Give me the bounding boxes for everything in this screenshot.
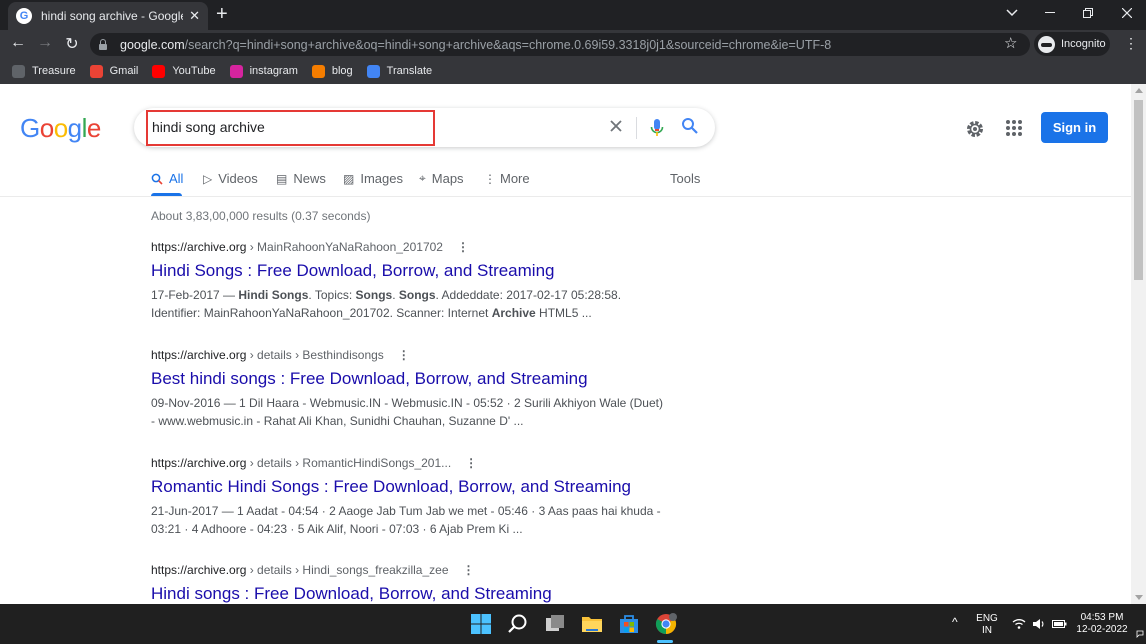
reload-icon[interactable]: ↻ [62,34,82,54]
bookmark-item-gmail[interactable]: Gmail [89,64,138,78]
tab-videos[interactable]: ▷ Videos [203,171,258,186]
result-title-link[interactable]: Romantic Hindi Songs : Free Download, Bo… [151,476,671,498]
result-snippet: 17-Feb-2017 — Hindi Songs. Topics: Songs… [151,288,622,320]
result-title-link[interactable]: Hindi Songs : Free Download, Borrow, and… [151,260,671,282]
tab-all[interactable]: All [151,171,183,186]
microsoft-store-icon[interactable] [617,612,641,636]
back-arrow-icon[interactable]: ← [8,34,28,52]
incognito-icon [1038,35,1055,53]
result-title-link[interactable]: Best hindi songs : Free Download, Borrow… [151,368,671,390]
video-icon: ▷ [203,171,213,186]
result-snippet: 09-Nov-2016 — 1 Dil Haara - Webmusic.IN … [151,396,663,428]
tab-maps[interactable]: ⌖ Maps [419,171,464,186]
blogger-icon [311,64,325,78]
search-result: https://archive.org › details › Hindi_so… [151,563,671,604]
chrome-icon[interactable] [654,612,678,636]
youtube-icon [152,64,166,78]
more-vert-icon: ⋮ [484,171,496,186]
treasure-icon [12,64,25,78]
more-options-icon[interactable]: ⋮ [463,563,475,577]
search-result: https://archive.org › details › Romantic… [151,456,671,538]
bookmark-item-translate[interactable]: Translate [366,64,432,78]
notification-icon[interactable] [1136,630,1144,638]
browser-tab-strip: G hindi song archive - Google Sear ✕ + [0,0,1146,30]
task-view-icon[interactable] [543,612,567,636]
bookmark-star-icon[interactable]: ☆ [1004,34,1017,52]
result-url[interactable]: https://archive.org › details › Romantic… [151,456,671,470]
translate-icon [366,64,380,78]
bookmarks-bar: Treasure Gmail YouTube instagram blog Tr… [0,58,1146,84]
lock-icon [98,39,108,50]
language-indicator[interactable]: ENG IN [975,613,999,637]
more-options-icon[interactable]: ⋮ [457,240,469,254]
bookmark-item-instagram[interactable]: instagram [229,64,298,78]
instagram-icon [229,64,243,78]
file-explorer-icon[interactable] [580,612,604,636]
active-app-indicator [657,640,673,643]
more-options-icon[interactable]: ⋮ [465,456,477,470]
scrollbar-thumb[interactable] [1134,100,1143,280]
scroll-up-arrow-icon[interactable] [1135,88,1143,93]
bookmark-item-blog[interactable]: blog [311,64,353,78]
scroll-down-arrow-icon[interactable] [1135,595,1143,600]
restore-button[interactable] [1071,0,1105,26]
result-title-link[interactable]: Hindi songs : Free Download, Borrow, and… [151,583,671,604]
forward-arrow-icon[interactable]: → [35,34,55,52]
address-bar[interactable]: google.com/search?q=hindi+song+archive&o… [90,33,1030,56]
clear-search-icon[interactable] [606,116,626,136]
highlight-annotation [146,110,435,146]
browser-toolbar: ← → ↻ google.com/search?q=hindi+song+arc… [0,30,1146,58]
windows-taskbar: ^ ENG IN 04:53 PM 12-02-2022 [0,604,1146,644]
show-hidden-icons-chevron-icon[interactable]: ^ [952,616,958,628]
result-snippet: 21-Jun-2017 — 1 Aadat - 04:54 · 2 Aaoge … [151,504,661,536]
more-options-icon[interactable]: ⋮ [398,348,410,362]
new-tab-button[interactable]: + [216,4,228,24]
chrome-menu-icon[interactable]: ⋮ [1124,35,1138,52]
search-result: https://archive.org › details › Besthind… [151,348,671,430]
close-tab-icon[interactable]: ✕ [189,8,200,24]
clock[interactable]: 04:53 PM 12-02-2022 [1076,612,1128,636]
tab-title: hindi song archive - Google Sear [41,9,183,23]
tab-images[interactable]: ▨ Images [343,171,403,186]
result-url[interactable]: https://archive.org › MainRahoonYaNaRaho… [151,240,671,254]
sign-in-button[interactable]: Sign in [1041,112,1108,143]
battery-icon[interactable] [1052,618,1068,630]
search-icon [151,173,163,185]
microphone-icon[interactable] [650,118,664,138]
tab-more[interactable]: ⋮ More [484,171,530,186]
tools-button[interactable]: Tools [670,171,700,186]
volume-icon[interactable] [1032,618,1046,630]
tab-news[interactable]: ▤ News [276,171,326,186]
tabs-divider [0,196,1131,197]
search-box-divider [636,117,637,139]
minimize-button[interactable] [1033,0,1067,26]
search-result: https://archive.org › MainRahoonYaNaRaho… [151,240,671,322]
wifi-icon[interactable] [1012,618,1026,630]
incognito-indicator[interactable]: Incognito [1034,32,1110,56]
map-pin-icon: ⌖ [419,171,426,185]
gear-icon[interactable] [964,118,986,140]
windows-start-icon[interactable] [469,612,493,636]
result-url[interactable]: https://archive.org › details › Hindi_so… [151,563,671,577]
browser-tab[interactable]: G hindi song archive - Google Sear ✕ [8,2,208,30]
search-icon[interactable] [506,612,530,636]
bookmark-item-treasure[interactable]: Treasure [12,64,76,78]
url-text: google.com/search?q=hindi+song+archive&o… [120,37,832,52]
result-stats: About 3,83,00,000 results (0.37 seconds) [151,209,371,223]
search-results-page: Google hindi song archive Sign in All ▷ … [0,84,1146,604]
close-window-button[interactable] [1110,0,1144,26]
gmail-icon [89,64,103,78]
result-url[interactable]: https://archive.org › details › Besthind… [151,348,671,362]
bookmark-item-youtube[interactable]: YouTube [152,64,216,78]
image-icon: ▨ [343,171,355,186]
news-icon: ▤ [276,171,288,186]
search-icon[interactable] [681,117,699,135]
google-favicon-icon: G [16,8,32,24]
google-apps-icon[interactable] [1006,120,1022,136]
page-scrollbar[interactable] [1131,84,1146,604]
google-logo[interactable]: Google [20,113,101,144]
tab-search-chevron-icon[interactable] [995,0,1029,26]
search-tabs: All ▷ Videos ▤ News ▨ Images ⌖ Maps ⋮ Mo… [0,168,1131,196]
